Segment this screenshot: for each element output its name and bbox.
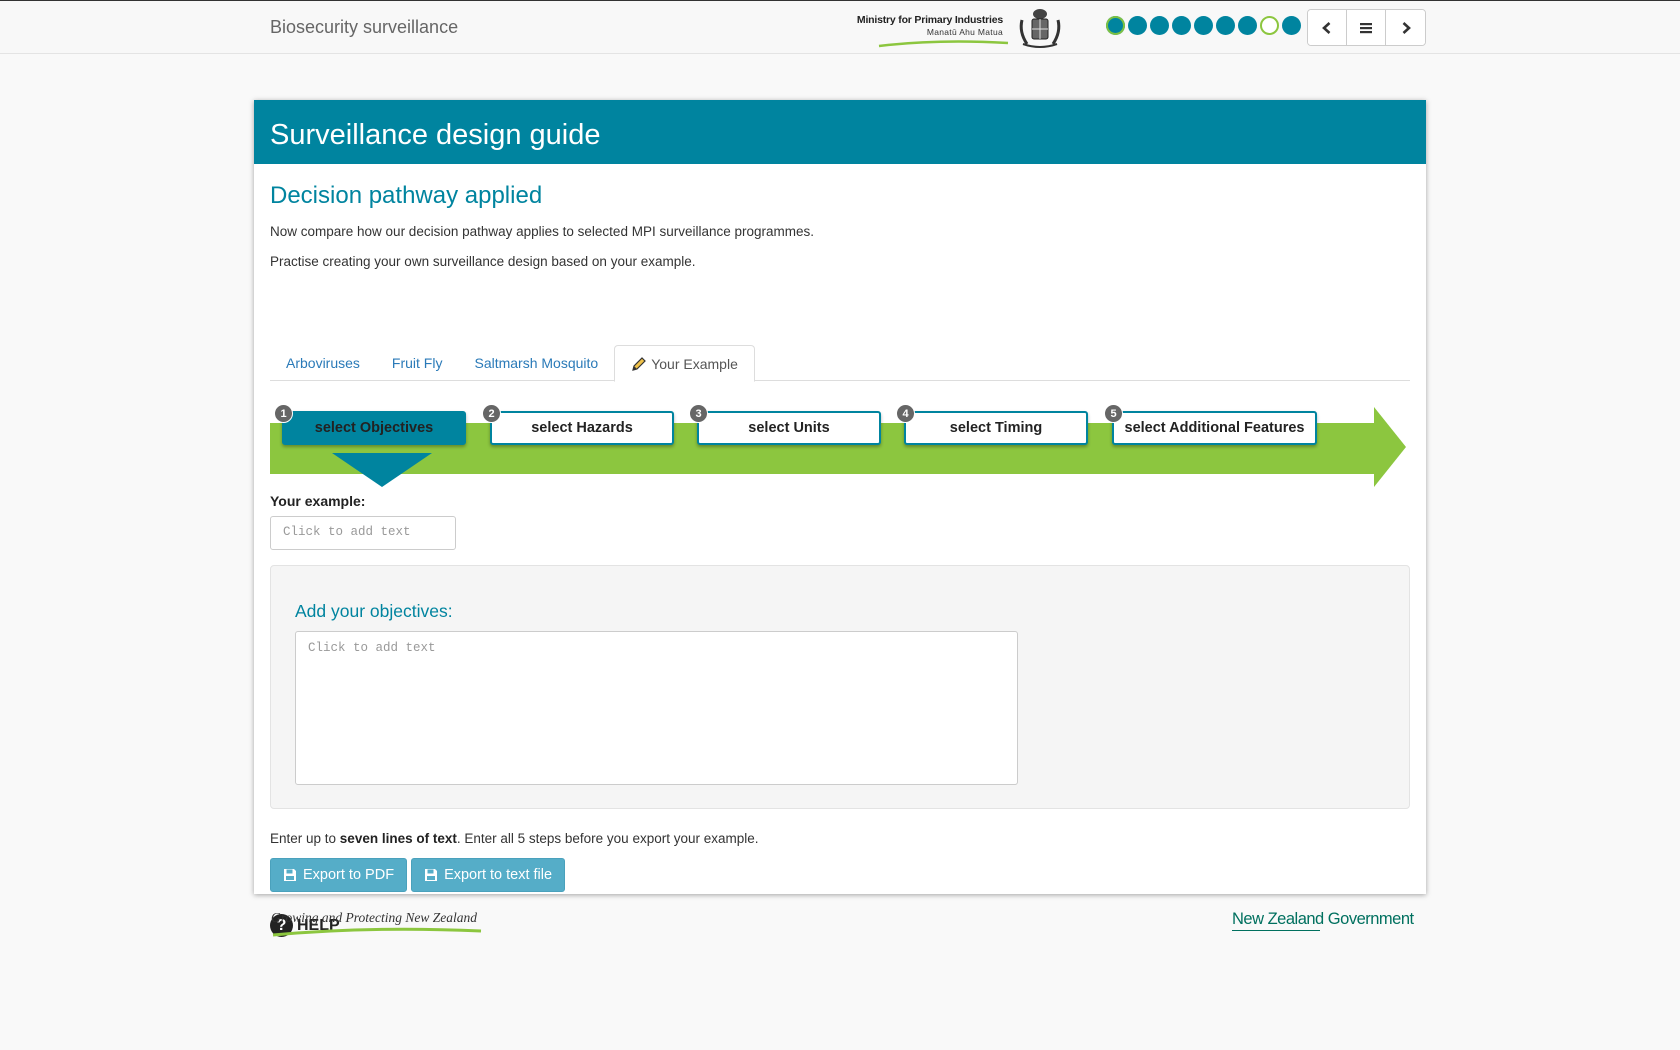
mpi-logo: Ministry for Primary Industries Manatū A… xyxy=(857,8,1063,50)
previous-page-button[interactable] xyxy=(1308,10,1347,45)
pencil-icon xyxy=(632,357,647,371)
progress-dot[interactable] xyxy=(1106,16,1125,35)
tab-your-example-label: Your Example xyxy=(651,356,738,372)
card-title: Surveillance design guide xyxy=(254,100,1426,164)
instructions-bold: seven lines of text xyxy=(339,831,457,846)
chevron-left-icon xyxy=(1322,21,1331,34)
floppy-disk-icon xyxy=(284,869,296,881)
export-instructions: Enter up to seven lines of text. Enter a… xyxy=(270,831,759,846)
tab-your-example[interactable]: Your Example xyxy=(614,345,755,382)
your-example-label: Your example: xyxy=(270,493,366,509)
step-number-badge: 3 xyxy=(689,404,708,423)
progress-dot[interactable] xyxy=(1150,16,1169,35)
instructions-post: . Enter all 5 steps before you export yo… xyxy=(456,831,759,846)
step-label: select Objectives xyxy=(314,420,434,436)
step-select-hazards[interactable]: select Hazards xyxy=(490,411,674,445)
instructions-pre: Enter up to xyxy=(270,831,340,846)
nz-government-logo: New Zealand Government xyxy=(1232,910,1414,928)
objectives-title: Add your objectives: xyxy=(295,601,453,621)
export-pdf-label: Export to PDF xyxy=(303,867,395,883)
progress-dot[interactable] xyxy=(1282,16,1301,35)
menu-button[interactable] xyxy=(1347,10,1386,45)
tab-saltmarsh-mosquito[interactable]: Saltmarsh Mosquito xyxy=(458,345,614,381)
active-step-pointer xyxy=(332,453,432,487)
top-bar: Biosecurity surveillance Ministry for Pr… xyxy=(0,0,1680,54)
export-buttons: Export to PDF Export to text file xyxy=(270,858,566,892)
objectives-panel: Add your objectives: Click to add text xyxy=(270,565,1410,809)
progress-dot[interactable] xyxy=(1128,16,1147,35)
tab-fruit-fly[interactable]: Fruit Fly xyxy=(376,345,459,381)
step-number-badge: 5 xyxy=(1104,404,1123,423)
progress-dots xyxy=(1106,16,1301,35)
intro-text-2: Practise creating your own surveillance … xyxy=(270,254,696,269)
chevron-right-icon xyxy=(1402,21,1411,34)
site-title: Biosecurity surveillance xyxy=(270,17,459,37)
footer-tagline: Growing and Protecting New Zealand xyxy=(271,910,486,940)
objectives-textarea[interactable]: Click to add text xyxy=(295,631,1018,785)
floppy-disk-icon xyxy=(425,869,438,881)
mpi-logo-line1: Ministry for Primary Industries xyxy=(856,14,1003,26)
step-label: select Units xyxy=(748,420,830,436)
export-pdf-button[interactable]: Export to PDF xyxy=(270,858,408,892)
pathway-arrow-head-icon xyxy=(1374,407,1406,487)
nz-coat-of-arms-icon xyxy=(1019,9,1061,48)
step-select-additional-features[interactable]: select Additional Features xyxy=(1112,411,1317,445)
step-number-badge: 4 xyxy=(896,404,915,423)
intro-text-1: Now compare how our decision pathway app… xyxy=(270,224,815,239)
page-nav-buttons xyxy=(1307,9,1426,46)
mpi-logo-line2: Manatū Ahu Matua xyxy=(926,27,1003,37)
footer-tagline-text: Growing and Protecting New Zealand xyxy=(271,910,477,925)
example-tabs: Arboviruses Fruit Fly Saltmarsh Mosquito… xyxy=(270,345,1410,382)
progress-dot[interactable] xyxy=(1172,16,1191,35)
next-page-button[interactable] xyxy=(1386,10,1425,45)
guide-card: Surveillance design guide Decision pathw… xyxy=(254,100,1426,937)
step-pathway: select Objectives 1 select Hazards 2 sel… xyxy=(270,404,1410,487)
step-select-timing[interactable]: select Timing xyxy=(904,411,1088,445)
your-example-input[interactable]: Click to add text xyxy=(270,516,456,550)
step-number-badge: 2 xyxy=(482,404,501,423)
step-label: select Hazards xyxy=(531,420,633,436)
step-select-units[interactable]: select Units xyxy=(697,411,881,445)
step-label: select Timing xyxy=(949,420,1043,436)
step-select-objectives[interactable]: select Objectives xyxy=(282,411,466,445)
step-label: select Additional Features xyxy=(1124,420,1305,436)
export-text-button[interactable]: Export to text file xyxy=(411,858,566,892)
export-text-label: Export to text file xyxy=(444,867,553,883)
progress-dot[interactable] xyxy=(1216,16,1235,35)
progress-dot[interactable] xyxy=(1260,16,1279,35)
progress-dot[interactable] xyxy=(1238,16,1257,35)
nz-government-underline xyxy=(1232,930,1320,931)
progress-dot[interactable] xyxy=(1194,16,1213,35)
menu-icon xyxy=(1360,22,1372,33)
tab-arboviruses[interactable]: Arboviruses xyxy=(270,345,376,381)
section-title: Decision pathway applied xyxy=(270,182,543,209)
footer-swoosh-icon xyxy=(272,927,482,937)
step-number-badge: 1 xyxy=(274,404,293,423)
mpi-swoosh-icon xyxy=(878,40,1009,48)
